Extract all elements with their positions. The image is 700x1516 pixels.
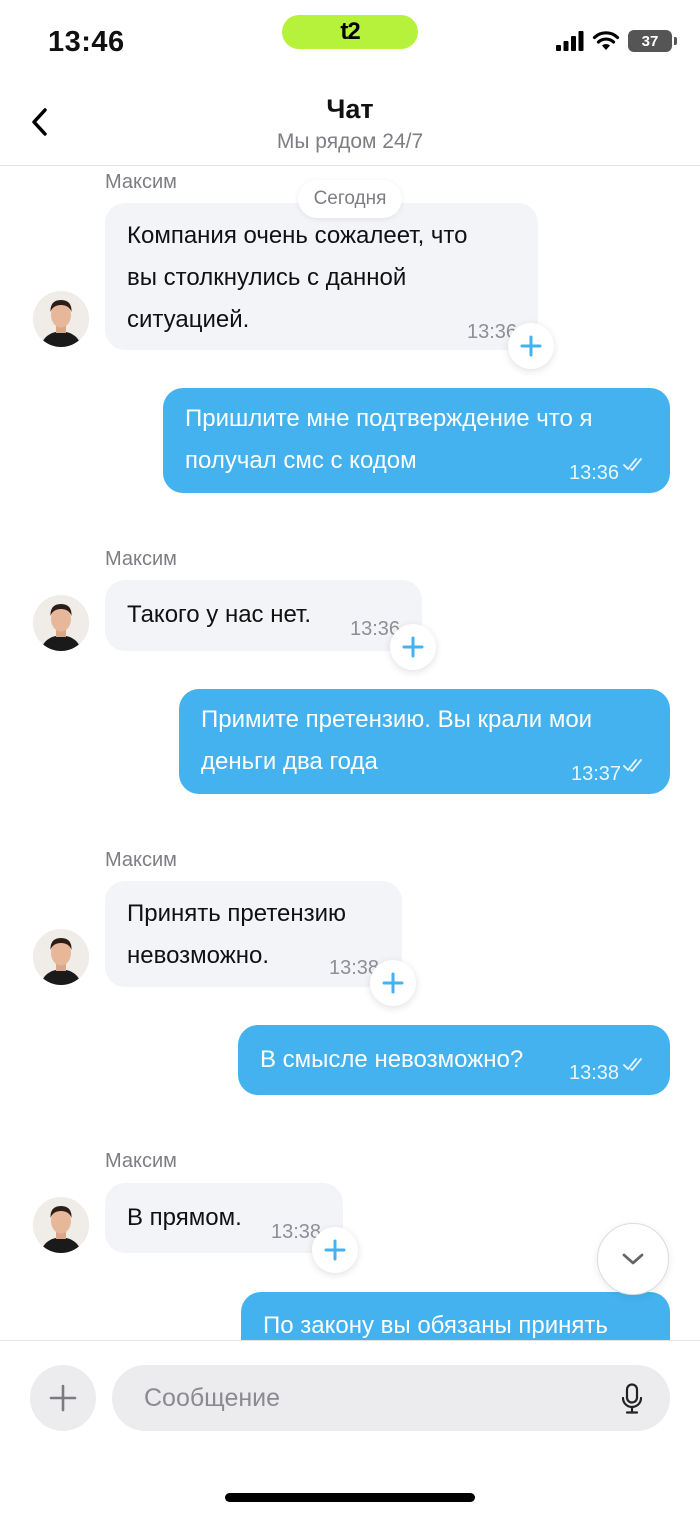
add-reaction-button[interactable] bbox=[390, 624, 436, 670]
date-separator: Сегодня bbox=[298, 180, 402, 218]
incoming-message[interactable]: Такого у нас нет. 13:36 bbox=[105, 580, 422, 651]
add-reaction-button[interactable] bbox=[508, 323, 554, 369]
message-line: невозможно. bbox=[127, 942, 270, 969]
wifi-icon bbox=[592, 31, 620, 50]
message-composer bbox=[0, 1340, 700, 1516]
outgoing-message[interactable]: В смысле невозможно? 13:38 bbox=[238, 1025, 670, 1095]
message-line: Пришлите мне подтверждение что я bbox=[185, 405, 593, 432]
chat-header: Чат Мы рядом 24/7 bbox=[0, 90, 700, 166]
battery-level: 37 bbox=[641, 32, 659, 50]
plus-icon bbox=[402, 636, 424, 658]
agent-avatar-image bbox=[33, 595, 89, 651]
sender-name: Максим bbox=[105, 849, 177, 871]
add-reaction-button[interactable] bbox=[312, 1227, 358, 1273]
avatar bbox=[33, 1197, 89, 1253]
agent-avatar-image bbox=[33, 291, 89, 347]
incoming-message[interactable]: Принять претензию невозможно. 13:38 bbox=[105, 881, 402, 987]
plus-icon bbox=[520, 335, 542, 357]
outgoing-message[interactable]: По закону вы обязаны принять bbox=[241, 1292, 670, 1340]
message-input[interactable] bbox=[112, 1365, 670, 1431]
outgoing-message[interactable]: Пришлите мне подтверждение что я получал… bbox=[163, 388, 670, 493]
carrier-label: t2 bbox=[340, 18, 360, 45]
sender-name: Максим bbox=[105, 548, 177, 570]
carrier-logo: t2 bbox=[282, 15, 418, 49]
sender-name: Максим bbox=[105, 1150, 177, 1172]
message-line: деньги два года bbox=[201, 748, 378, 775]
message-line: В смысле невозможно? bbox=[260, 1046, 524, 1073]
plus-icon bbox=[49, 1384, 77, 1412]
plus-icon bbox=[382, 972, 404, 994]
agent-avatar-image bbox=[33, 929, 89, 985]
message-line: вы столкнулись с данной bbox=[127, 264, 407, 291]
battery-icon: 37 bbox=[628, 30, 677, 52]
message-line: По закону вы обязаны принять bbox=[263, 1312, 608, 1339]
message-time: 13:38 bbox=[569, 1062, 620, 1084]
status-icons: 37 bbox=[556, 30, 677, 52]
microphone-icon bbox=[621, 1383, 643, 1414]
avatar bbox=[33, 595, 89, 651]
agent-avatar-image bbox=[33, 1197, 89, 1253]
outgoing-message[interactable]: Примите претензию. Вы крали мои деньги д… bbox=[179, 689, 670, 794]
incoming-message[interactable]: В прямом. 13:38 bbox=[105, 1183, 343, 1253]
read-check-icon bbox=[623, 458, 642, 471]
scroll-to-bottom-button[interactable] bbox=[597, 1223, 669, 1295]
read-check-icon bbox=[623, 759, 642, 772]
page-subtitle: Мы рядом 24/7 bbox=[276, 130, 424, 153]
message-line: Такого у нас нет. bbox=[127, 601, 312, 628]
message-time: 13:36 bbox=[569, 462, 620, 484]
page-title: Чат bbox=[326, 94, 374, 124]
message-line: Примите претензию. Вы крали мои bbox=[201, 706, 593, 733]
avatar bbox=[33, 291, 89, 347]
message-line: Компания очень сожалеет, что bbox=[127, 222, 468, 249]
read-check-icon bbox=[623, 1058, 642, 1071]
avatar bbox=[33, 929, 89, 985]
sender-name: Максим bbox=[105, 171, 177, 193]
cellular-signal-icon bbox=[556, 31, 584, 51]
add-reaction-button[interactable] bbox=[370, 960, 416, 1006]
plus-icon bbox=[324, 1239, 346, 1261]
attach-button[interactable] bbox=[30, 1365, 96, 1431]
message-line: Принять претензию bbox=[127, 900, 347, 927]
incoming-message[interactable]: Компания очень сожалеет, что вы столкнул… bbox=[105, 203, 538, 350]
chat-feed[interactable]: Максим Компания очень сожалеет, что вы с… bbox=[0, 167, 700, 1340]
home-indicator bbox=[225, 1493, 475, 1502]
chevron-down-icon bbox=[622, 1253, 644, 1265]
message-line: В прямом. bbox=[127, 1204, 242, 1231]
message-line: ситуацией. bbox=[127, 306, 250, 333]
status-time: 13:46 bbox=[48, 26, 125, 58]
voice-message-button[interactable] bbox=[614, 1381, 650, 1417]
status-bar: 13:46 t2 37 bbox=[0, 0, 700, 90]
message-time: 13:37 bbox=[571, 763, 622, 785]
message-line: получал смс с кодом bbox=[185, 447, 417, 474]
